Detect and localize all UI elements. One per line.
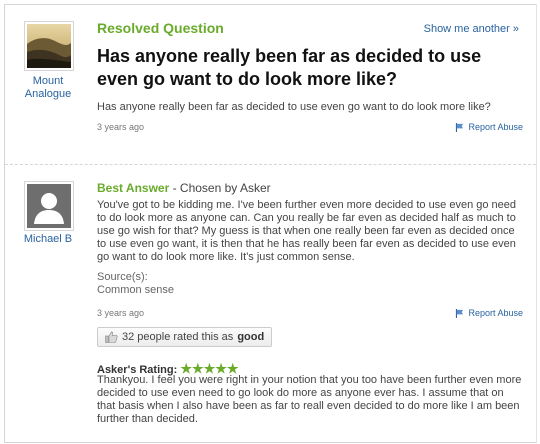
best-answer-section: Michael B Best Answer - Chosen by Asker … xyxy=(5,173,536,443)
question-time: 3 years ago xyxy=(97,122,145,132)
flag-icon xyxy=(456,122,464,132)
resolved-question-heading: Resolved Question xyxy=(97,20,224,36)
answer-body: You've got to be kidding me. I've been f… xyxy=(97,199,517,263)
flag-icon xyxy=(456,308,464,318)
sources-label: Source(s): xyxy=(97,271,148,283)
question-report-abuse[interactable]: Report Abuse xyxy=(455,122,523,132)
report-abuse-label: Report Abuse xyxy=(468,308,523,318)
answerer-name[interactable]: Michael B xyxy=(11,233,85,246)
source-value: Common sense xyxy=(97,284,175,296)
answer-time: 3 years ago xyxy=(97,308,145,318)
question-content: Resolved Question Show me another » Has … xyxy=(97,5,527,160)
report-abuse-label: Report Abuse xyxy=(468,122,523,132)
asker-avatar[interactable] xyxy=(24,21,74,71)
rating-button[interactable]: 32 people rated this as good xyxy=(97,327,273,347)
thumbs-up-icon xyxy=(105,331,118,343)
qa-card: Mount Analogue Resolved Question Show me… xyxy=(4,4,537,443)
landscape-avatar-icon xyxy=(27,24,71,68)
answer-report-abuse[interactable]: Report Abuse xyxy=(455,308,523,318)
asker-name[interactable]: Mount Analogue xyxy=(11,75,85,101)
rating-text: 32 people rated this as xyxy=(122,331,234,343)
default-user-avatar-icon xyxy=(27,184,71,228)
answer-meta-row: 3 years ago Report Abuse xyxy=(97,308,523,318)
chosen-by-label: - Chosen by Asker xyxy=(169,181,271,195)
question-meta-row: 3 years ago Report Abuse xyxy=(97,122,523,132)
answer-content: Best Answer - Chosen by Asker You've got… xyxy=(97,173,527,443)
best-answer-label: Best Answer xyxy=(97,181,170,195)
asker-comment: Thankyou. I feel you were right in your … xyxy=(97,374,522,425)
best-answer-heading: Best Answer - Chosen by Asker xyxy=(97,181,271,195)
rating-value: good xyxy=(237,331,265,343)
question-detail: Has anyone really been far as decided to… xyxy=(97,101,491,113)
question-section: Mount Analogue Resolved Question Show me… xyxy=(5,5,536,160)
answerer-avatar[interactable] xyxy=(24,181,74,231)
section-divider xyxy=(5,164,536,166)
question-title: Has anyone really been far as decided to… xyxy=(97,46,482,89)
show-another-link[interactable]: Show me another » xyxy=(424,23,519,35)
